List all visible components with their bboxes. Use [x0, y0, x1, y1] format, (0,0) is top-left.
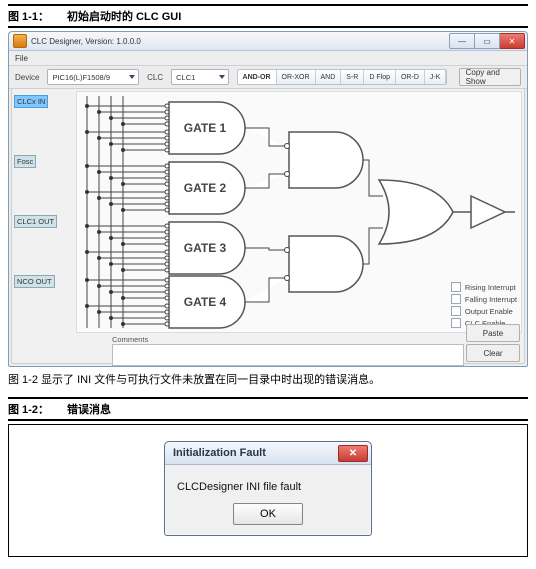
toolbar: Device PIC16(L)F1508/9 CLC CLC1 AND-OR O… [9, 66, 527, 89]
gate-1-label: GATE 1 [184, 121, 227, 135]
lbl-output-enable: Output Enable [465, 307, 513, 316]
dialog-close-button[interactable]: ✕ [338, 445, 368, 462]
figure-caption: 错误消息 [67, 401, 111, 417]
app-icon [13, 34, 27, 48]
paste-button[interactable]: Paste [466, 324, 520, 342]
clc-label: CLC [147, 73, 163, 82]
window-titlebar: CLC Designer, Version: 1.0.0.0 — ▭ ✕ [9, 32, 527, 51]
chk-output-enable[interactable] [451, 306, 461, 316]
tab-or-d[interactable]: OR-D [396, 70, 425, 84]
comments-area: Comments [112, 335, 464, 361]
maximize-button[interactable]: ▭ [475, 33, 500, 49]
lbl-falling-interrupt: Falling Interrupt [465, 295, 517, 304]
figure-label: 图 1-2： [8, 401, 49, 417]
figure-1-2-title: 图 1-2： 错误消息 [8, 397, 528, 421]
menu-file[interactable]: File [15, 54, 28, 63]
logic-diagram: GATE 1 GATE 2 GATE 3 GATE 4 [76, 91, 522, 333]
figure-1-1-title: 图 1-1： 初始启动时的 CLC GUI [8, 4, 528, 28]
clc-designer-window: CLC Designer, Version: 1.0.0.0 — ▭ ✕ Fil… [8, 31, 528, 367]
option-checkboxes: Rising Interrupt Falling Interrupt Outpu… [451, 282, 517, 328]
tab-s-r[interactable]: S-R [341, 70, 364, 84]
input-fosc[interactable]: Fosc [14, 155, 36, 168]
dialog-ok-button[interactable]: OK [233, 503, 303, 525]
gate-4-label: GATE 4 [184, 295, 227, 309]
mode-tabs: AND-OR OR-XOR AND S-R D Flop OR-D J-K D … [237, 69, 447, 85]
caption-1-2: 图 1-2 显示了 INI 文件与可执行文件未放置在同一目录中时出现的错误消息。 [8, 371, 528, 387]
figure-label: 图 1-1： [8, 8, 49, 24]
chk-falling-interrupt[interactable] [451, 294, 461, 304]
device-combo[interactable]: PIC16(L)F1508/9 [47, 69, 139, 85]
input-clc1-out[interactable]: CLC1 OUT [14, 215, 57, 228]
gate-2-label: GATE 2 [184, 181, 227, 195]
chk-clc-enable[interactable] [451, 318, 461, 328]
close-button[interactable]: ✕ [500, 33, 525, 49]
client-area: CLCx IN Fosc CLC1 OUT NCO OUT [11, 88, 525, 364]
tab-d-flop[interactable]: D Flop [364, 70, 396, 84]
input-clcx-in[interactable]: CLCx IN [14, 95, 48, 108]
gate-3-label: GATE 3 [184, 241, 227, 255]
window-title: CLC Designer, Version: 1.0.0.0 [31, 37, 141, 46]
clc-combo[interactable]: CLC1 [171, 69, 228, 85]
comments-label: Comments [112, 335, 464, 344]
menubar: File [9, 51, 527, 66]
figure-caption: 初始启动时的 CLC GUI [67, 8, 181, 24]
tab-and-or[interactable]: AND-OR [238, 70, 277, 84]
error-dialog: Initialization Fault ✕ CLCDesigner INI f… [164, 441, 372, 536]
comments-textbox[interactable] [112, 344, 464, 366]
tab-or-xor[interactable]: OR-XOR [277, 70, 316, 84]
figure-1-2-frame: Initialization Fault ✕ CLCDesigner INI f… [8, 424, 528, 557]
dialog-titlebar: Initialization Fault ✕ [165, 442, 371, 465]
clear-button[interactable]: Clear [466, 344, 520, 362]
copy-and-show-button[interactable]: Copy and Show [459, 68, 521, 86]
minimize-button[interactable]: — [449, 33, 475, 49]
input-nco-out[interactable]: NCO OUT [14, 275, 55, 288]
chk-rising-interrupt[interactable] [451, 282, 461, 292]
dialog-message: CLCDesigner INI file fault [165, 465, 371, 503]
tab-and[interactable]: AND [316, 70, 342, 84]
lbl-rising-interrupt: Rising Interrupt [465, 283, 516, 292]
dialog-title: Initialization Fault [173, 447, 266, 459]
tab-j-k[interactable]: J-K [425, 70, 447, 84]
input-sidebar: CLCx IN Fosc CLC1 OUT NCO OUT [14, 91, 74, 333]
device-label: Device [15, 73, 39, 82]
